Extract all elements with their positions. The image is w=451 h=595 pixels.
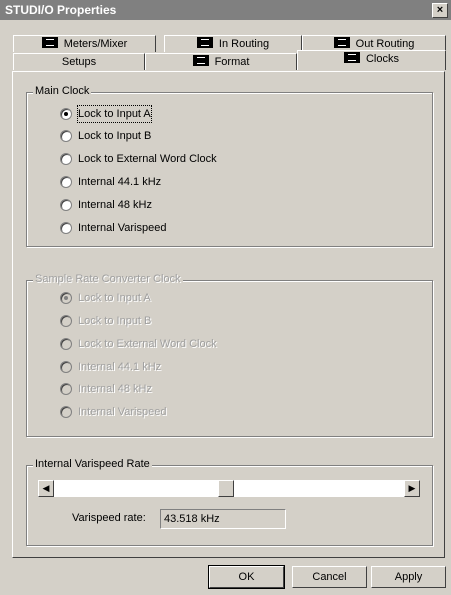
radio-button [60,338,72,350]
tab-label: Setups [61,56,97,68]
tab-clocks[interactable]: Clocks [297,50,446,70]
radio-label: Lock to Input B [78,130,152,142]
radio-label: Lock to Input A [77,105,152,123]
title-bar[interactable]: STUDI/O Properties × [0,0,451,20]
properties-dialog: STUDI/O Properties × Meters/Mixer In Rou… [0,0,451,595]
radio-label: Internal Varispeed [78,406,167,418]
tab-label: Meters/Mixer [63,38,128,50]
device-icon [192,55,209,66]
device-icon [343,52,360,63]
radio-button[interactable] [60,176,72,188]
radio-button[interactable] [60,222,72,234]
radio-button [60,315,72,327]
radio-button[interactable] [60,199,72,211]
radio-label: Lock to Input B [78,315,152,327]
radio-label: Internal 48 kHz [78,383,152,395]
varispeed-rate-label: Varispeed rate: [72,512,146,524]
radio-label: Lock to External Word Clock [78,153,217,165]
radio-label: Internal Varispeed [78,222,167,234]
varispeed-rate-group: Internal Varispeed Rate [26,458,433,546]
tab-label: Out Routing [355,38,415,50]
radio-label: Internal 44.1 kHz [78,176,162,188]
group-label: Sample Rate Converter Clock [33,273,183,285]
radio-label: Lock to Input A [78,292,151,304]
radio-button[interactable] [60,108,72,120]
tab-setups[interactable]: Setups [13,53,145,70]
varispeed-rate-field: 43.518 kHz [160,509,286,529]
tab-label: Format [214,56,250,68]
radio-button[interactable] [60,130,72,142]
apply-button[interactable]: Apply [371,566,446,588]
device-icon [196,37,213,48]
radio-button [60,361,72,373]
tab-format[interactable]: Format [145,53,297,70]
varispeed-slider-thumb[interactable] [217,480,234,497]
ok-button[interactable]: OK [208,565,285,589]
tab-label: In Routing [218,38,270,50]
radio-label: Internal 48 kHz [78,199,152,211]
radio-button[interactable] [60,153,72,165]
group-label: Internal Varispeed Rate [33,458,152,470]
radio-button [60,383,72,395]
radio-label: Lock to External Word Clock [78,338,217,350]
close-button[interactable]: × [432,3,448,18]
radio-label: Internal 44.1 kHz [78,361,162,373]
window-title: STUDI/O Properties [5,3,117,17]
tab-label: Clocks [365,53,399,65]
device-icon [333,37,350,48]
group-label: Main Clock [33,85,92,97]
close-icon: × [436,4,444,16]
arrow-left-icon: ◀ [42,483,50,493]
slider-right-button[interactable]: ▶ [404,480,420,497]
slider-left-button[interactable]: ◀ [38,480,54,497]
device-icon [41,37,58,48]
arrow-right-icon: ▶ [408,483,416,493]
tab-meters-mixer[interactable]: Meters/Mixer [13,35,156,52]
tab-in-routing[interactable]: In Routing [164,35,302,52]
radio-button [60,406,72,418]
cancel-button[interactable]: Cancel [292,566,367,588]
radio-button [60,292,72,304]
